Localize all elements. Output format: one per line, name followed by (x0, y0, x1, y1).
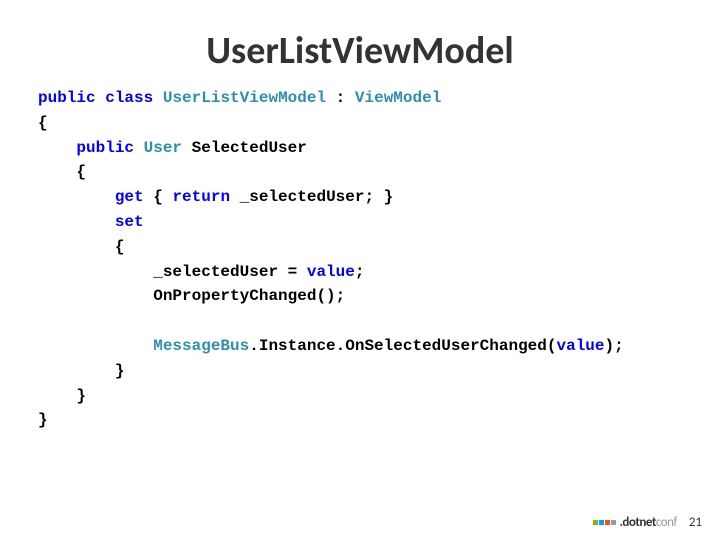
keyword-value: value (556, 337, 604, 355)
brace: { (38, 163, 86, 181)
keyword-get: get (115, 188, 144, 206)
slide-title: UserListViewModel (0, 0, 720, 86)
code-text: _selectedUser; } (230, 188, 393, 206)
code-text: OnPropertyChanged(); (38, 287, 345, 305)
logo-squares-icon (593, 520, 616, 525)
keyword-return: return (172, 188, 230, 206)
code-text: { (144, 188, 173, 206)
brace: { (38, 114, 48, 132)
dotnetconf-logo: .dotnetconf (593, 515, 676, 530)
prop-name: SelectedUser (182, 139, 307, 157)
brace: { (38, 238, 124, 256)
code-text: _selectedUser = (38, 263, 307, 281)
type-msgbus: MessageBus (153, 337, 249, 355)
slide-footer: .dotnetconf 21 (593, 515, 702, 530)
keyword-class: class (105, 89, 153, 107)
code-text: ; (355, 263, 365, 281)
type-name: UserListViewModel (163, 89, 326, 107)
brace: } (38, 387, 86, 405)
type-user: User (144, 139, 182, 157)
logo-text: .dotnetconf (619, 515, 676, 530)
keyword-public: public (76, 139, 134, 157)
type-base: ViewModel (355, 89, 441, 107)
code-text: .Instance.OnSelectedUserChanged( (249, 337, 556, 355)
code-block: public class UserListViewModel : ViewMod… (0, 86, 720, 433)
keyword-set: set (115, 213, 144, 231)
keyword-value: value (307, 263, 355, 281)
page-number: 21 (689, 515, 702, 530)
brace: } (38, 362, 124, 380)
keyword-public: public (38, 89, 96, 107)
colon: : (326, 89, 355, 107)
brace: } (38, 411, 48, 429)
code-text: ); (605, 337, 624, 355)
